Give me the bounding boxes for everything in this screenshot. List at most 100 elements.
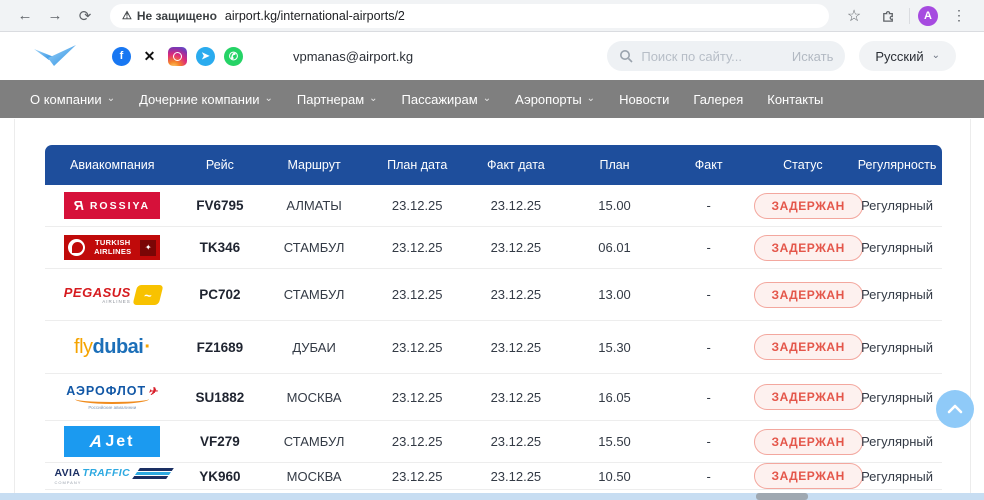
chevron-down-icon: ⌄ xyxy=(369,94,377,104)
plan-time: 06.01 xyxy=(565,240,664,255)
nav-item-airports[interactable]: Аэропорты ⌄ xyxy=(515,92,595,107)
aeroflot-wing-icon: ✈ xyxy=(147,385,161,398)
url-text[interactable]: airport.kg/international-airports/2 xyxy=(225,9,405,23)
facebook-icon[interactable]: f xyxy=(112,47,131,66)
reload-icon[interactable]: ⟳ xyxy=(72,3,98,29)
status-badge: ЗАДЕРЖАН xyxy=(754,463,863,489)
star-alliance-mark-icon: ✦ xyxy=(140,240,156,256)
col-airline: Авиакомпания xyxy=(45,158,180,172)
chevron-down-icon: ⌄ xyxy=(107,94,115,104)
fact-date: 23.12.25 xyxy=(467,390,566,405)
flight-number: FZ1689 xyxy=(180,340,261,355)
pegasus-bird-icon: ~ xyxy=(132,285,163,305)
route: МОСКВА xyxy=(260,390,368,405)
turkish-bird-icon xyxy=(68,239,85,256)
contact-email[interactable]: vpmanas@airport.kg xyxy=(293,49,413,64)
airline-logo-turkish-airlines: TURKISHAIRLINES ✦ xyxy=(45,235,180,260)
fact-time: - xyxy=(664,340,754,355)
route: МОСКВА xyxy=(260,469,368,484)
nav-item-contacts[interactable]: Контакты xyxy=(767,92,823,107)
status-badge: ЗАДЕРЖАН xyxy=(754,282,863,308)
back-icon[interactable]: ← xyxy=(12,3,38,29)
telegram-icon[interactable]: ➤ xyxy=(196,47,215,66)
table-row: PEGASUSAIRLINES ~ PC702 СТАМБУЛ 23.12.25… xyxy=(45,269,942,321)
plan-date: 23.12.25 xyxy=(368,469,467,484)
plan-date: 23.12.25 xyxy=(368,240,467,255)
content-frame: Авиакомпания Рейс Маршрут План дата Факт… xyxy=(14,119,971,493)
fact-date: 23.12.25 xyxy=(467,198,566,213)
status-badge: ЗАДЕРЖАН xyxy=(754,235,863,261)
address-bar[interactable]: ⚠ Не защищено airport.kg/international-a… xyxy=(110,4,829,28)
search-submit-button[interactable]: Искать xyxy=(792,49,834,64)
plan-time: 15.50 xyxy=(565,434,664,449)
route: СТАМБУЛ xyxy=(260,434,368,449)
plan-date: 23.12.25 xyxy=(368,198,467,213)
col-fact-time: Факт xyxy=(664,158,754,172)
flights-table: Авиакомпания Рейс Маршрут План дата Факт… xyxy=(45,145,942,490)
airline-logo-ajet: AJet xyxy=(45,426,180,457)
nav-item-subsidiaries[interactable]: Дочерние компании ⌄ xyxy=(139,92,273,107)
not-secure-chip[interactable]: ⚠ Не защищено xyxy=(122,9,217,23)
col-fact-date: Факт дата xyxy=(467,158,566,172)
nav-item-partners[interactable]: Партнерам ⌄ xyxy=(297,92,378,107)
regularity: Регулярный xyxy=(852,390,942,405)
status-cell: ЗАДЕРЖАН xyxy=(754,334,853,360)
regularity: Регулярный xyxy=(852,240,942,255)
nav-item-about[interactable]: О компании ⌄ xyxy=(30,92,115,107)
search-input[interactable] xyxy=(641,49,784,64)
whatsapp-icon[interactable]: ✆ xyxy=(224,47,243,66)
forward-icon[interactable]: → xyxy=(42,3,68,29)
chevron-down-icon: ⌄ xyxy=(932,51,940,61)
airline-logo-rossiya: RROSSIYA xyxy=(45,192,180,219)
plan-time: 15.00 xyxy=(565,198,664,213)
airport-logo-icon[interactable] xyxy=(28,41,82,71)
fact-time: - xyxy=(664,240,754,255)
instagram-icon[interactable] xyxy=(168,47,187,66)
airline-logo-pegasus: PEGASUSAIRLINES ~ xyxy=(45,285,180,305)
search-icon xyxy=(619,49,633,63)
fact-date: 23.12.25 xyxy=(467,340,566,355)
chevron-down-icon: ⌄ xyxy=(483,94,491,104)
language-selector[interactable]: Русский ⌄ xyxy=(859,41,956,71)
col-status: Статус xyxy=(754,158,853,172)
flight-number: SU1882 xyxy=(180,390,261,405)
fact-date: 23.12.25 xyxy=(467,434,566,449)
table-row: АЭРОФЛОТ✈ Российские авиалинии SU1882 МО… xyxy=(45,374,942,421)
x-twitter-icon[interactable]: ✕ xyxy=(140,47,159,66)
route: СТАМБУЛ xyxy=(260,240,368,255)
status-cell: ЗАДЕРЖАН xyxy=(754,429,853,455)
profile-avatar[interactable]: A xyxy=(918,6,938,26)
plan-time: 15.30 xyxy=(565,340,664,355)
warning-icon: ⚠ xyxy=(122,9,132,22)
browser-menu-icon[interactable]: ⋮ xyxy=(946,3,972,29)
nav-item-passengers[interactable]: Пассажирам ⌄ xyxy=(402,92,492,107)
route: СТАМБУЛ xyxy=(260,287,368,302)
status-cell: ЗАДЕРЖАН xyxy=(754,282,853,308)
regularity: Регулярный xyxy=(852,434,942,449)
status-cell: ЗАДЕРЖАН xyxy=(754,235,853,261)
social-links: f ✕ ➤ ✆ xyxy=(112,47,243,66)
col-plan-date: План дата xyxy=(368,158,467,172)
regularity: Регулярный xyxy=(852,340,942,355)
fact-date: 23.12.25 xyxy=(467,469,566,484)
nav-item-news[interactable]: Новости xyxy=(619,92,669,107)
extensions-icon[interactable] xyxy=(875,3,901,29)
regularity: Регулярный xyxy=(852,469,942,484)
scroll-to-top-button[interactable] xyxy=(936,390,974,428)
plan-date: 23.12.25 xyxy=(368,390,467,405)
bookmark-star-icon[interactable]: ☆ xyxy=(841,3,867,29)
flight-number: VF279 xyxy=(180,434,261,449)
scrollbar-thumb[interactable] xyxy=(756,493,808,500)
horizontal-scrollbar[interactable] xyxy=(0,493,984,500)
table-row: flydubai· FZ1689 ДУБАИ 23.12.25 23.12.25… xyxy=(45,321,942,374)
status-badge: ЗАДЕРЖАН xyxy=(754,193,863,219)
route: ДУБАИ xyxy=(260,340,368,355)
chevron-up-icon xyxy=(947,404,963,414)
fact-time: - xyxy=(664,390,754,405)
fact-time: - xyxy=(664,434,754,449)
site-search[interactable]: Искать xyxy=(607,41,845,71)
fact-date: 23.12.25 xyxy=(467,287,566,302)
plan-time: 16.05 xyxy=(565,390,664,405)
regularity: Регулярный xyxy=(852,198,942,213)
nav-item-gallery[interactable]: Галерея xyxy=(693,92,743,107)
